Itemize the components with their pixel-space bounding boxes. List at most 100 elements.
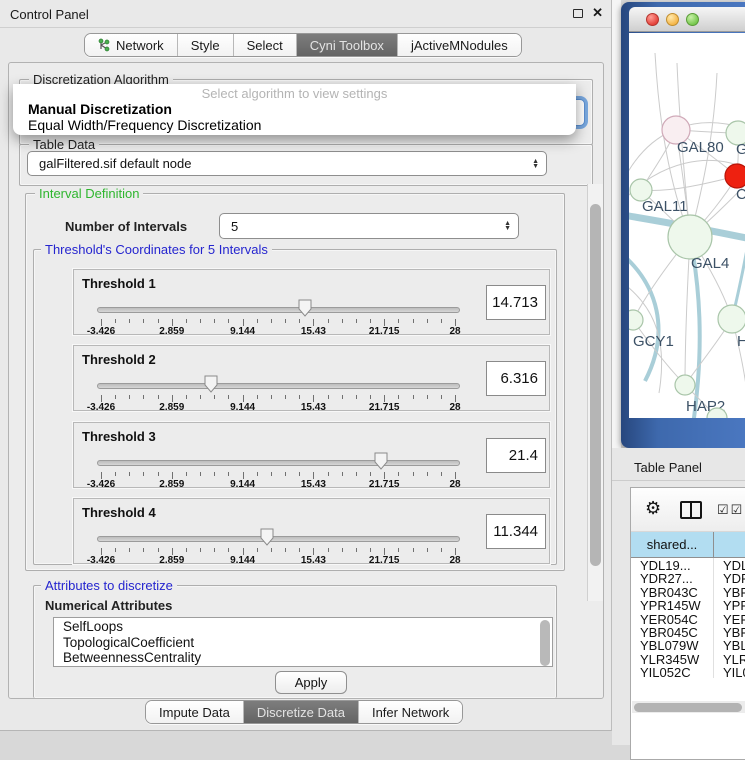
slider-tick-label: 9.144	[230, 402, 255, 413]
dropdown-item[interactable]: Equal Width/Frequency Discretization	[13, 117, 576, 133]
slider-tick	[285, 319, 286, 323]
slider-tick	[158, 472, 159, 476]
slider-tick-label: 15.43	[301, 479, 326, 490]
threshold-value-field[interactable]: 6.316	[486, 361, 546, 396]
slider-tick-label: -3.426	[87, 402, 115, 413]
apply-button[interactable]: Apply	[275, 671, 347, 694]
network-node-label: C	[736, 186, 745, 203]
network-node-hap2[interactable]	[675, 375, 695, 395]
close-traffic-light[interactable]	[646, 13, 659, 26]
slider-tick-label: 15.43	[301, 555, 326, 566]
checkbox-icons[interactable]: ☑☑	[717, 502, 744, 518]
tab-label: Select	[247, 38, 283, 53]
table-row[interactable]: YPR145WYPR1	[631, 598, 745, 611]
slider-tick	[214, 548, 215, 552]
slider-tick	[200, 395, 201, 399]
dropdown-hint: Select algorithm to view settings	[13, 84, 576, 101]
tab-infer-network[interactable]: Infer Network	[359, 701, 462, 723]
table-cell: YPR145W	[631, 598, 714, 611]
threshold-label: Threshold 4	[82, 505, 156, 520]
table-column-header[interactable]: shared...	[631, 532, 714, 557]
slider-tick	[413, 548, 414, 552]
num-intervals-combo[interactable]: 5 ▲▼	[219, 213, 519, 239]
slider-tick	[441, 548, 442, 552]
slider-thumb[interactable]	[298, 299, 312, 317]
content-scrollbar-track[interactable]	[587, 184, 603, 601]
table-row[interactable]: YBL079WYBL0	[631, 638, 745, 651]
tab-select[interactable]: Select	[234, 34, 297, 56]
slider-thumb[interactable]	[260, 528, 274, 546]
slider-tick	[328, 548, 329, 552]
slider-track[interactable]	[97, 460, 460, 466]
slider-tick	[243, 472, 244, 479]
slider-track[interactable]	[97, 536, 460, 542]
slider-track[interactable]	[97, 383, 460, 389]
slider-tick	[455, 319, 456, 326]
slider-tick	[356, 548, 357, 552]
threshold-value-field[interactable]: 11.344	[486, 514, 546, 549]
slider-thumb[interactable]	[204, 375, 218, 393]
slider-tick	[384, 395, 385, 402]
float-icon[interactable]	[573, 9, 583, 18]
numerical-attributes-list[interactable]: SelfLoopsTopologicalCoefficientBetweenne…	[53, 617, 553, 667]
slider-tick	[257, 548, 258, 552]
table-cell: YLR3	[714, 652, 745, 665]
table-row[interactable]: YDL19...YDL1	[631, 558, 745, 571]
table-toolbar: ⚙ ☑☑	[631, 488, 745, 532]
slider-tick-label: 9.144	[230, 479, 255, 490]
tab-discretize-data[interactable]: Discretize Data	[244, 701, 359, 723]
attribute-list-item[interactable]: SelfLoops	[54, 618, 552, 634]
list-scrollbar[interactable]	[540, 620, 550, 666]
table-row[interactable]: YIL052CYIL0	[631, 665, 745, 678]
slider-tick	[158, 319, 159, 323]
thresholds-group-title: Threshold's Coordinates for 5 Intervals	[41, 242, 272, 257]
table-cell: YLR345W	[631, 652, 714, 665]
slider-tick	[384, 472, 385, 479]
tab-style[interactable]: Style	[178, 34, 234, 56]
zoom-traffic-light[interactable]	[686, 13, 699, 26]
network-node-c[interactable]	[725, 164, 745, 188]
dropdown-item[interactable]: Manual Discretization	[13, 101, 576, 117]
slider-tick	[285, 548, 286, 552]
slider-tick	[370, 319, 371, 323]
tab-label: Cyni Toolbox	[310, 38, 384, 53]
content-scrollbar-thumb[interactable]	[590, 204, 601, 566]
table-row[interactable]: YDR27...YDR2	[631, 571, 745, 584]
table-row[interactable]: YBR043CYBR0	[631, 585, 745, 598]
threshold-value-field[interactable]: 21.4	[486, 438, 546, 473]
slider-tick	[413, 319, 414, 323]
table-row[interactable]: YBR045CYBR0	[631, 625, 745, 638]
table-data-combo[interactable]: galFiltered.sif default node ▲▼	[27, 151, 547, 176]
table-hscrollbar-thumb[interactable]	[634, 703, 742, 712]
minimize-traffic-light[interactable]	[666, 13, 679, 26]
slider-tick	[101, 395, 102, 402]
table-row[interactable]: YER054CYER0	[631, 612, 745, 625]
tab-network[interactable]: Network	[85, 34, 178, 56]
close-icon[interactable]: ✕	[592, 5, 603, 21]
table-hscrollbar-track[interactable]	[632, 701, 745, 713]
threshold-value-field[interactable]: 14.713	[486, 285, 546, 320]
network-node-gal4[interactable]	[668, 215, 712, 259]
slider-tick	[455, 548, 456, 555]
tab-cyni-toolbox[interactable]: Cyni Toolbox	[297, 34, 398, 56]
window-gap	[612, 0, 621, 448]
table-panel: Table Panel ⚙ ☑☑ shared...na YDL19...YDL…	[612, 448, 745, 745]
network-edge[interactable]	[641, 176, 737, 191]
table-row[interactable]: YLR345WYLR3	[631, 652, 745, 665]
tab-impute-data[interactable]: Impute Data	[146, 701, 244, 723]
network-node-h[interactable]	[718, 305, 745, 333]
slider-tick	[370, 548, 371, 552]
table-column-header[interactable]: na	[714, 532, 745, 557]
columns-icon[interactable]	[680, 501, 702, 519]
slider-thumb[interactable]	[374, 452, 388, 470]
gear-icon[interactable]: ⚙	[645, 499, 661, 517]
network-canvas[interactable]: GAL80GCGAL11GAL4GCY1HHAP2	[629, 33, 745, 418]
node-table: ⚙ ☑☑ shared...na YDL19...YDL1YDR27...YDR…	[630, 487, 745, 760]
slider-track[interactable]	[97, 307, 460, 313]
slider-tick	[214, 395, 215, 399]
attribute-list-item[interactable]: TopologicalCoefficient	[54, 634, 552, 650]
network-node-gcy1[interactable]	[629, 310, 643, 330]
network-window-titlebar[interactable]	[629, 7, 745, 32]
attribute-list-item[interactable]: BetweennessCentrality	[54, 649, 552, 665]
tab-jactivemnodules[interactable]: jActiveMNodules	[398, 34, 521, 56]
